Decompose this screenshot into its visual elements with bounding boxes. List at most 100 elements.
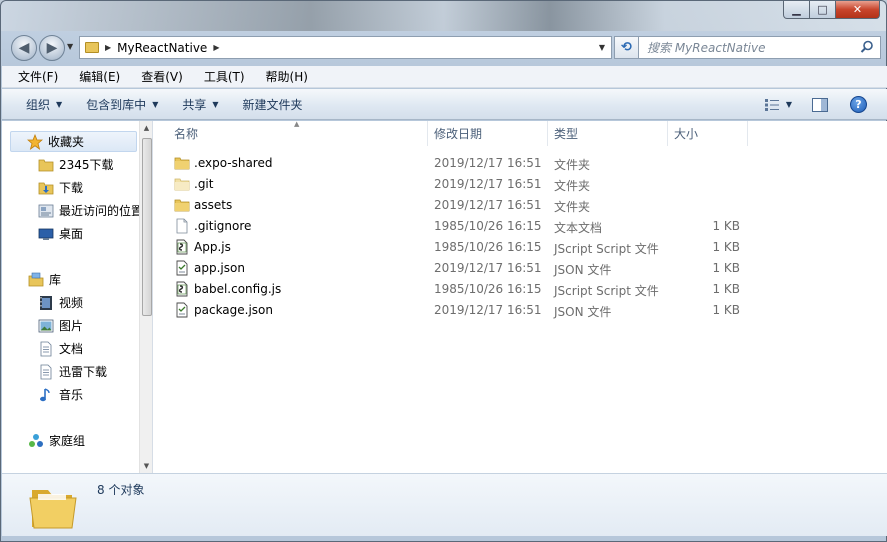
maximize-button[interactable]: □	[810, 1, 836, 19]
preview-pane-icon[interactable]	[812, 97, 828, 112]
file-row[interactable]: .gitignore 1985/10/26 16:15 文本文档 1 KB	[154, 216, 887, 237]
view-dropdown-icon[interactable]: ▼	[786, 100, 792, 109]
sidebar-item-desktop[interactable]: 桌面	[38, 223, 83, 244]
sidebar-item-label: 下载	[59, 181, 84, 195]
file-list: ▲ 名称 修改日期 类型 大小 .expo-shared 2019/12/17 1…	[154, 120, 887, 473]
sidebar-libraries[interactable]: 库	[28, 269, 61, 290]
file-size: 1 KB	[712, 261, 740, 275]
sidebar-item-documents[interactable]: 文档	[38, 338, 83, 359]
file-row[interactable]: package.json 2019/12/17 16:51 JSON 文件 1 KB	[154, 300, 887, 321]
address-bar[interactable]: ▶ MyReactNative ▶ ▼	[79, 36, 612, 59]
file-date: 1985/10/26 16:15	[434, 240, 542, 254]
refresh-icon: ⟲	[621, 40, 632, 55]
sidebar-item-label: 最近访问的位置	[59, 204, 144, 218]
json-file-icon	[174, 260, 190, 276]
sidebar-item-downloads[interactable]: 下载	[38, 177, 83, 198]
column-header-label: 大小	[674, 127, 699, 141]
column-header-label: 名称	[174, 127, 199, 141]
sidebar-item-2345-downloads[interactable]: 2345下载	[38, 154, 114, 175]
sidebar-homegroup[interactable]: 家庭组	[28, 430, 85, 451]
script-file-icon	[174, 281, 190, 297]
sidebar-item-pictures[interactable]: 图片	[38, 315, 83, 336]
new-folder-button[interactable]: 新建文件夹	[243, 96, 303, 113]
scroll-down-icon[interactable]: ▼	[140, 459, 152, 473]
file-date: 2019/12/17 16:51	[434, 198, 542, 212]
refresh-button[interactable]: ⟲	[614, 36, 639, 59]
video-icon	[38, 295, 54, 311]
menu-tools[interactable]: 工具(T)	[188, 68, 250, 85]
file-type: JSON 文件	[554, 305, 612, 319]
address-history-dropdown[interactable]: ▼	[599, 43, 605, 52]
scrollbar-thumb[interactable]	[142, 138, 152, 316]
folder-icon	[85, 42, 99, 53]
star-icon	[27, 133, 43, 150]
column-header-label: 类型	[554, 127, 579, 141]
file-row[interactable]: .git 2019/12/17 16:51 文件夹	[154, 174, 887, 195]
sidebar-item-videos[interactable]: 视频	[38, 292, 83, 313]
file-type: JScript Script 文件	[554, 284, 659, 298]
file-date: 1985/10/26 16:15	[434, 282, 542, 296]
file-type: 文件夹	[554, 200, 591, 214]
explorer-window: ▁ □ ✕ ◀ ▶ ▼ ▶ MyReactNative ▶ ▼ ⟲ 搜索 MyR…	[0, 0, 887, 542]
breadcrumb-item[interactable]: MyReactNative	[117, 41, 207, 55]
sidebar-favorites[interactable]: 收藏夹	[10, 131, 137, 152]
file-type: 文本文档	[554, 221, 603, 235]
back-button[interactable]: ◀	[11, 35, 37, 61]
file-type: JScript Script 文件	[554, 242, 659, 256]
scroll-up-icon[interactable]: ▲	[140, 121, 152, 135]
sidebar-item-label: 音乐	[59, 388, 84, 402]
file-type: JSON 文件	[554, 263, 612, 277]
folder-icon	[174, 197, 190, 213]
sidebar-favorites-label: 收藏夹	[48, 135, 85, 149]
help-icon[interactable]: ?	[850, 96, 867, 113]
folder-icon	[38, 157, 54, 173]
menu-file[interactable]: 文件(F)	[2, 68, 63, 85]
minimize-button[interactable]: ▁	[783, 1, 810, 19]
file-row[interactable]: .expo-shared 2019/12/17 16:51 文件夹	[154, 153, 887, 174]
organize-button[interactable]: 组织 ▼	[26, 96, 62, 113]
column-header-date[interactable]: 修改日期	[428, 121, 548, 146]
chevron-down-icon: ▼	[56, 99, 63, 109]
menu-help[interactable]: 帮助(H)	[250, 68, 313, 85]
view-mode-icon[interactable]	[764, 98, 780, 112]
file-row[interactable]: babel.config.js 1985/10/26 16:15 JScript S…	[154, 279, 887, 300]
share-button[interactable]: 共享 ▼	[182, 96, 218, 113]
organize-label: 组织	[26, 97, 51, 112]
json-file-icon	[174, 302, 190, 318]
include-in-library-button[interactable]: 包含到库中 ▼	[86, 96, 158, 113]
navigation-scrollbar[interactable]: ▲ ▼	[139, 121, 152, 473]
title-bar[interactable]	[1, 1, 886, 31]
sidebar-item-label: 迅雷下载	[59, 365, 108, 379]
menu-edit[interactable]: 编辑(E)	[63, 68, 125, 85]
recent-pages-dropdown[interactable]: ▼	[67, 42, 73, 51]
breadcrumb-separator-icon[interactable]: ▶	[213, 43, 219, 52]
file-row[interactable]: App.js 1985/10/26 16:15 JScript Script 文件 1…	[154, 237, 887, 258]
new-folder-label: 新建文件夹	[242, 97, 303, 112]
forward-button[interactable]: ▶	[39, 35, 65, 61]
sidebar-item-music[interactable]: 音乐	[38, 384, 83, 405]
sidebar-item-thunder-downloads[interactable]: 迅雷下载	[38, 361, 107, 382]
column-header-type[interactable]: 类型	[548, 121, 668, 146]
sidebar-homegroup-label: 家庭组	[49, 434, 86, 448]
folder-icon	[29, 490, 77, 529]
column-header-size[interactable]: 大小	[668, 121, 748, 146]
music-icon	[38, 387, 54, 403]
search-input[interactable]: 搜索 MyReactNative	[647, 39, 766, 56]
file-type: 文件夹	[554, 158, 591, 172]
main-area: 收藏夹 2345下载 下载 最近访问的位置 桌面 库 视频 图片 文档 迅雷下载…	[2, 120, 887, 473]
file-size: 1 KB	[712, 240, 740, 254]
arrow-left-icon: ◀	[18, 40, 30, 56]
text-file-icon	[174, 218, 190, 234]
file-date: 2019/12/17 16:51	[434, 177, 542, 191]
column-header-name[interactable]: ▲ 名称	[154, 120, 428, 146]
close-button[interactable]: ✕	[836, 1, 880, 19]
search-icon[interactable]	[860, 40, 874, 54]
file-row[interactable]: app.json 2019/12/17 16:51 JSON 文件 1 KB	[154, 258, 887, 279]
search-box[interactable]: 搜索 MyReactNative	[638, 36, 881, 59]
menu-view[interactable]: 查看(V)	[125, 68, 188, 85]
item-count: 8 个对象	[97, 483, 145, 497]
file-row[interactable]: assets 2019/12/17 16:51 文件夹	[154, 195, 887, 216]
sidebar-item-recent-places[interactable]: 最近访问的位置	[38, 200, 143, 221]
sort-ascending-icon: ▲	[294, 120, 300, 128]
breadcrumb-separator-icon[interactable]: ▶	[105, 43, 111, 52]
